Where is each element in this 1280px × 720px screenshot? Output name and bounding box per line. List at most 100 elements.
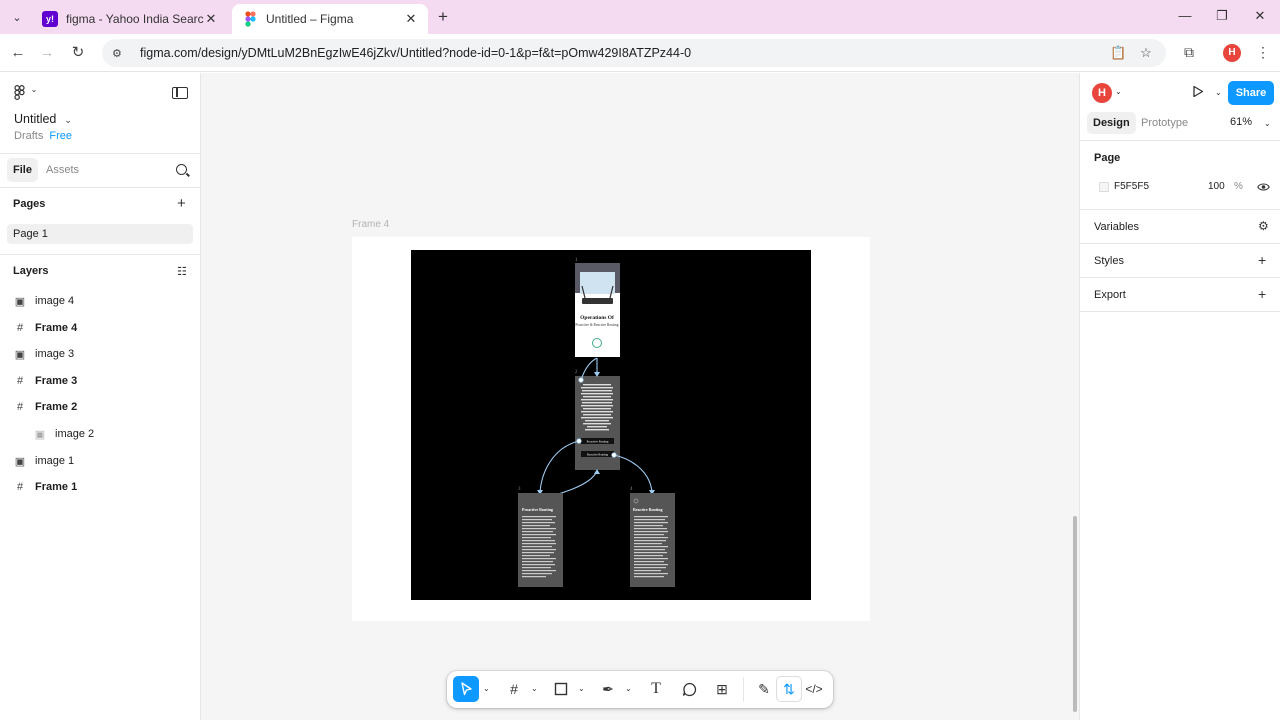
layer-item[interactable]: ▣ image 4	[0, 288, 200, 314]
layer-label: image 2	[55, 428, 95, 440]
close-tab-icon[interactable]: ✕	[404, 11, 418, 27]
layer-item[interactable]: # Frame 1	[0, 474, 200, 500]
image-icon: ▣	[14, 455, 26, 468]
figma-menu-icon[interactable]: ⌄	[14, 85, 37, 103]
plan-badge[interactable]: Free	[49, 130, 72, 142]
share-button[interactable]: Share	[1228, 81, 1274, 105]
chevron-down-icon[interactable]: ⌄	[483, 684, 490, 693]
canvas[interactable]: Frame 4 1 Operations Of Proactive & Reac…	[201, 73, 1079, 720]
variables-section[interactable]: Variables	[1094, 221, 1139, 233]
move-tool-icon[interactable]	[453, 676, 479, 702]
dev-mode-icon[interactable]: </>	[801, 676, 827, 702]
page-item[interactable]: Page 1	[7, 224, 193, 244]
frame-tool-icon[interactable]: #	[501, 676, 527, 702]
divider	[1080, 277, 1280, 278]
file-location: Drafts Free	[14, 130, 72, 142]
layer-item[interactable]: ▣ image 1	[0, 448, 200, 474]
forward-arrow-icon[interactable]: →	[38, 44, 56, 62]
site-info-icon[interactable]: ⚙	[112, 47, 128, 60]
frame-image[interactable]: 1 Operations Of Proactive & Reactive Rou…	[411, 250, 811, 600]
left-panel: ⌄ Untitled ⌄ Drafts Free File Assets Pages…	[0, 73, 201, 720]
tab-title: figma - Yahoo India Search Res	[66, 12, 204, 26]
chevron-down-icon[interactable]: ⌄	[625, 684, 632, 693]
zoom-level[interactable]: 61%	[1230, 116, 1252, 128]
tab-prototype[interactable]: Prototype	[1135, 112, 1194, 134]
toggle-sidebar-icon[interactable]	[172, 87, 188, 99]
close-window-icon[interactable]: ✕	[1245, 8, 1275, 26]
layer-item[interactable]: # Frame 4	[0, 315, 200, 341]
design-mode-icon[interactable]: ⇅	[776, 676, 802, 702]
minimize-icon[interactable]: —	[1170, 8, 1200, 26]
frame-label[interactable]: Frame 4	[352, 219, 389, 230]
add-page-plus-icon[interactable]: +	[177, 196, 186, 211]
reload-icon[interactable]: ↻	[69, 44, 87, 62]
collapse-layers-icon[interactable]: ☷	[177, 265, 187, 278]
back-arrow-icon[interactable]: ←	[9, 44, 27, 62]
divider	[1080, 209, 1280, 210]
styles-section[interactable]: Styles	[1094, 255, 1124, 267]
chevron-down-icon[interactable]: ⌄	[578, 684, 585, 693]
restore-icon[interactable]: ❐	[1207, 8, 1237, 26]
layer-item[interactable]: # Frame 2	[0, 394, 200, 420]
clipboard-icon[interactable]: 📋	[1110, 45, 1126, 61]
variables-settings-icon[interactable]: ⚙	[1258, 219, 1269, 233]
browser-tab-yahoo[interactable]: y! figma - Yahoo India Search Res ✕	[32, 4, 228, 34]
close-tab-icon[interactable]: ✕	[204, 11, 218, 27]
draw-tool-icon[interactable]: ✎	[751, 676, 777, 702]
chevron-down-icon[interactable]: ⌄	[1115, 87, 1122, 96]
tab-design[interactable]: Design	[1087, 112, 1136, 134]
avatar[interactable]: H	[1092, 83, 1112, 103]
search-icon[interactable]	[176, 164, 187, 175]
rectangle-tool-icon[interactable]	[548, 676, 574, 702]
visibility-eye-icon[interactable]	[1257, 181, 1270, 195]
url-text[interactable]: figma.com/design/yDMtLuM2BnEgzIwE46jZkv/…	[140, 46, 691, 60]
text-tool-icon[interactable]: T	[643, 676, 669, 702]
new-tab-plus-icon[interactable]: +	[434, 8, 452, 26]
chevron-down-icon[interactable]: ⌄	[1215, 88, 1222, 97]
divider	[1080, 311, 1280, 312]
page-color-swatch[interactable]	[1099, 182, 1109, 192]
drafts-label[interactable]: Drafts	[14, 130, 43, 142]
page-opacity[interactable]: 100	[1208, 181, 1225, 192]
tab-file[interactable]: File	[7, 158, 38, 182]
export-section[interactable]: Export	[1094, 289, 1126, 301]
address-bar[interactable]: ⚙ figma.com/design/yDMtLuM2BnEgzIwE46jZk…	[102, 39, 1166, 67]
layer-item[interactable]: ▣ image 2	[0, 421, 200, 447]
card-number: 3	[518, 487, 521, 492]
layer-label: Frame 2	[35, 401, 78, 413]
card-1-title: Operations Of	[580, 315, 614, 321]
chevron-down-icon[interactable]: ⌄	[531, 684, 538, 693]
card-number: 4	[630, 487, 633, 492]
present-play-icon[interactable]	[1192, 85, 1206, 99]
layer-label: image 1	[35, 455, 75, 467]
page-section-header: Page	[1094, 152, 1121, 164]
vertical-scrollbar[interactable]	[1073, 516, 1077, 712]
bookmark-star-icon[interactable]: ☆	[1138, 45, 1154, 61]
comment-tool-icon[interactable]	[676, 676, 702, 702]
card-number: 1	[575, 258, 578, 263]
add-export-plus-icon[interactable]: +	[1258, 286, 1266, 302]
tab-assets[interactable]: Assets	[40, 158, 85, 182]
browser-tab-figma[interactable]: Untitled – Figma ✕	[232, 4, 428, 34]
chevron-down-icon: ⌄	[64, 115, 72, 125]
page-color-hex[interactable]: F5F5F5	[1114, 181, 1149, 192]
file-name[interactable]: Untitled ⌄	[14, 112, 72, 126]
tab-title: Untitled – Figma	[266, 12, 354, 26]
more-menu-icon[interactable]: ⋮	[1256, 44, 1270, 62]
router-image	[580, 272, 615, 294]
tab-search-chevron-icon[interactable]: ⌄	[8, 8, 26, 26]
proactive-button-label: Proactive Routing	[587, 440, 609, 444]
divider	[0, 153, 200, 154]
pen-tool-icon[interactable]: ✒	[595, 676, 621, 702]
add-style-plus-icon[interactable]: +	[1258, 252, 1266, 268]
figma-favicon-icon	[242, 11, 258, 27]
actions-tool-icon[interactable]: ⊞	[709, 676, 735, 702]
chevron-down-icon[interactable]: ⌄	[1264, 119, 1271, 128]
toolbar-divider	[743, 677, 744, 702]
layer-item[interactable]: # Frame 3	[0, 368, 200, 394]
layer-item[interactable]: ▣ image 3	[0, 341, 200, 367]
layer-label: Frame 4	[35, 322, 78, 334]
profile-avatar[interactable]: H	[1223, 44, 1241, 62]
extensions-puzzle-icon[interactable]: ⧉	[1180, 44, 1198, 62]
file-name-label: Untitled	[14, 112, 57, 126]
